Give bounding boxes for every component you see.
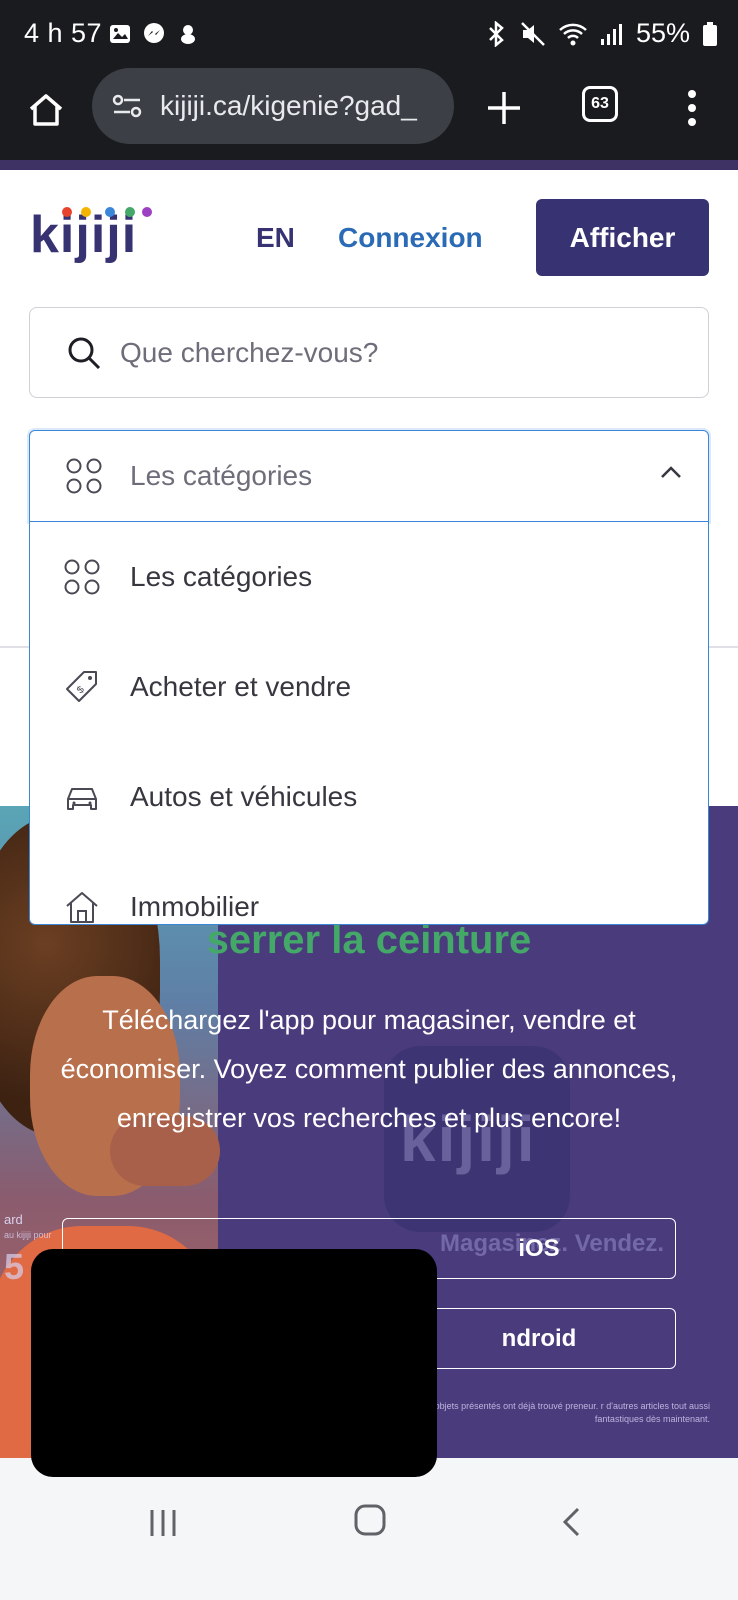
redaction-overlay	[31, 1249, 437, 1477]
category-option-label: Les catégories	[130, 561, 313, 592]
tab-switcher-button[interactable]: 63	[582, 86, 618, 122]
app-notification-icon	[181, 25, 195, 44]
post-ad-button[interactable]: Afficher	[536, 199, 709, 276]
search-placeholder: Que cherchez-vous?	[120, 336, 379, 368]
house-icon	[66, 892, 98, 923]
status-bar: 4 h 57 55%	[0, 0, 738, 68]
android-button-label: ndroid	[501, 1324, 577, 1352]
photo-caption: ard	[4, 1212, 23, 1227]
page-accent-strip	[0, 160, 738, 170]
url-text: kijiji.ca/kigenie?gad_	[160, 90, 417, 121]
more-menu-icon[interactable]	[686, 88, 698, 128]
category-option-label: Acheter et vendre	[130, 671, 352, 702]
promo-body: Téléchargez l'app pour magasiner, vendre…	[60, 1005, 678, 1133]
battery-icon	[703, 21, 717, 46]
home-icon[interactable]	[26, 90, 66, 130]
signal-icon	[600, 23, 622, 45]
category-option-cars[interactable]: Autos et véhicules	[30, 742, 708, 852]
category-option-buy-sell[interactable]: $ Acheter et vendre	[30, 632, 708, 742]
category-option-label: Autos et véhicules	[130, 781, 358, 812]
grid-icon	[66, 458, 102, 494]
system-nav-bar	[0, 1458, 738, 1600]
category-option-all[interactable]: Les catégories	[30, 522, 708, 632]
grid-icon	[64, 559, 100, 595]
browser-toolbar: kijiji.ca/kigenie?gad_ 63	[0, 68, 738, 162]
category-select-value: Les catégories	[130, 460, 313, 491]
home-nav-icon[interactable]	[354, 1504, 386, 1536]
category-option-real-estate[interactable]: Immobilier	[30, 852, 708, 924]
category-dropdown-list: Les catégories $ Acheter et vendre Autos…	[29, 521, 709, 925]
system-indicators: 55%	[486, 18, 718, 49]
battery-percent: 55%	[635, 18, 690, 48]
tab-count: 63	[591, 95, 609, 112]
back-icon[interactable]	[560, 1506, 584, 1538]
wifi-icon	[559, 23, 587, 45]
status-time: 4 h 57	[24, 18, 103, 48]
notification-icons	[108, 22, 200, 46]
search-icon	[68, 337, 101, 369]
language-toggle[interactable]: EN	[256, 222, 295, 254]
photo-subcaption: au kijiji pour	[4, 1230, 52, 1240]
category-select[interactable]: Les catégories	[29, 430, 709, 522]
gallery-icon	[110, 25, 130, 43]
price-tag-icon: $	[66, 671, 97, 702]
kijiji-logo[interactable]: kijiji	[30, 200, 160, 272]
ios-button-label: iOS	[518, 1234, 560, 1262]
site-settings-icon[interactable]	[110, 88, 146, 124]
chevron-up-icon[interactable]	[660, 465, 682, 479]
bluetooth-icon	[489, 20, 504, 47]
address-bar[interactable]: kijiji.ca/kigenie?gad_	[92, 68, 454, 144]
new-tab-icon[interactable]	[484, 88, 524, 128]
car-icon	[67, 788, 97, 810]
recent-apps-icon[interactable]	[148, 1508, 178, 1538]
category-option-label: Immobilier	[130, 891, 260, 922]
search-input[interactable]: Que cherchez-vous?	[29, 307, 709, 398]
mute-icon	[521, 21, 545, 46]
login-link[interactable]: Connexion	[338, 222, 483, 254]
messenger-icon	[144, 23, 164, 43]
